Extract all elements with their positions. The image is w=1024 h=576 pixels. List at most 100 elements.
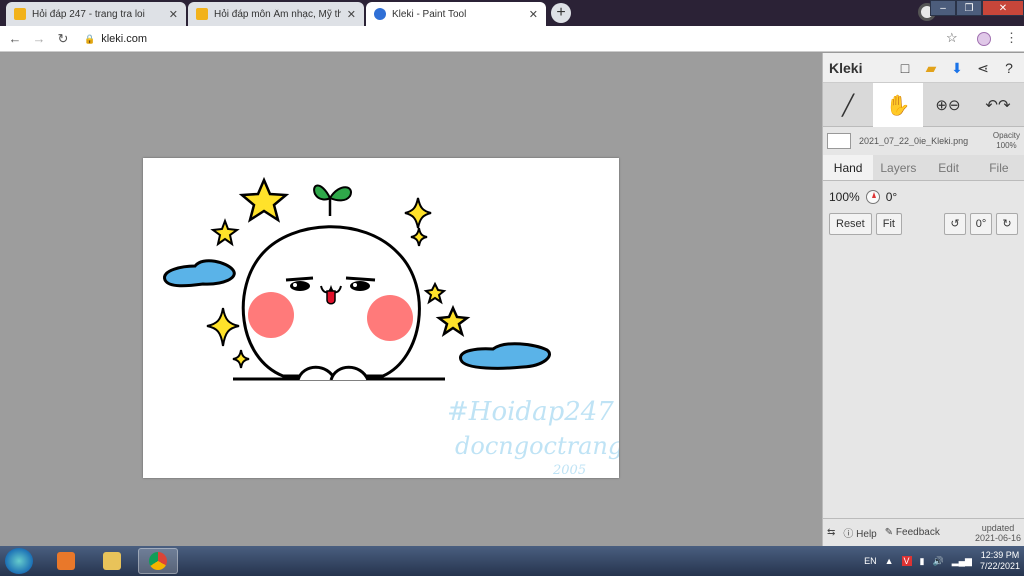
help-link[interactable]: ⓘ Help	[843, 525, 876, 540]
download-icon[interactable]: ⬇	[948, 59, 966, 77]
lock-icon: 🔒	[84, 34, 96, 44]
layer-preview-row: 2021_07_22_0ie_Kleki.png Opacity 100%	[823, 127, 1024, 155]
tool-row: ╱ ✋ ⊕⊖ ↶↷	[823, 83, 1024, 127]
new-image-icon[interactable]: □	[896, 59, 914, 77]
brush-tool-icon[interactable]: ╱	[823, 83, 873, 127]
tab-title: Kleki - Paint Tool	[392, 8, 467, 20]
eye-left-shine	[293, 283, 297, 287]
open-folder-icon[interactable]: ▰	[922, 59, 940, 77]
url-text: kleki.com	[101, 33, 148, 45]
reset-button[interactable]: Reset	[829, 213, 872, 235]
clock[interactable]: 12:39 PM 7/22/2021	[980, 550, 1020, 572]
zoom-level: 100%	[829, 190, 860, 204]
media-player-icon[interactable]	[46, 548, 86, 574]
watermark-line-1: #Hoidap247	[447, 397, 614, 427]
drawing-canvas[interactable]: #Hoidap247 docngoctrang 2005	[143, 158, 623, 478]
opacity-value: 100%	[996, 141, 1017, 150]
clock-time: 12:39 PM	[980, 550, 1020, 560]
file-explorer-icon[interactable]	[92, 548, 132, 574]
eye-left	[290, 281, 310, 291]
opacity-readout: Opacity 100%	[993, 131, 1020, 151]
tab-layers[interactable]: Layers	[873, 155, 923, 180]
browser-tab-2[interactable]: Hỏi đáp môn Âm nhạc, Mỹ thuật ✕	[188, 2, 364, 26]
updated-label: updated	[981, 522, 1015, 533]
kleki-logo[interactable]: Kleki	[829, 60, 862, 76]
browser-tab-1[interactable]: Hỏi đáp 247 - trang tra loi ✕	[6, 2, 186, 26]
kleki-header: Kleki □ ▰ ⬇ ⋖ ?	[823, 53, 1024, 83]
windows-taskbar: EN ▲ V ▮ 🔊 ▂▄▆ 12:39 PM 7/22/2021	[0, 546, 1024, 576]
opacity-label: Opacity	[992, 131, 1020, 140]
maximize-button[interactable]: ❐	[956, 0, 982, 16]
hand-tool-options: 100% 0° Reset Fit ↺ 0° ↻	[823, 181, 1024, 243]
close-tab-icon[interactable]: ✕	[347, 8, 356, 21]
tongue	[326, 290, 336, 305]
panel-footer: ⇆ ⓘ Help ✎ Feedback updated 2021-06-16	[823, 518, 1024, 546]
browser-tab-3[interactable]: Kleki - Paint Tool ✕	[366, 2, 546, 26]
extension-icon[interactable]	[977, 32, 991, 46]
file-name: 2021_07_22_0ie_Kleki.png	[859, 136, 969, 146]
clock-date: 7/22/2021	[979, 561, 1020, 571]
tab-title: Hỏi đáp môn Âm nhạc, Mỹ thuật	[214, 8, 341, 20]
zoom-in-out-icon[interactable]: ⊕⊖	[923, 83, 973, 127]
image-thumbnail[interactable]	[827, 133, 851, 149]
hoidap-favicon-icon	[14, 8, 26, 20]
volume-icon[interactable]: 🔊	[933, 556, 944, 567]
sparkle-top-right	[404, 197, 432, 229]
star-right	[435, 304, 471, 337]
reset-angle-button[interactable]: 0°	[970, 213, 992, 235]
kleki-side-panel: Kleki □ ▰ ⬇ ⋖ ? ╱ ✋ ⊕⊖ ↶↷ 2021_07_22_0ie…	[822, 53, 1024, 546]
close-window-button[interactable]: ✕	[982, 0, 1024, 16]
sparkle-small-left	[232, 349, 250, 369]
tab-strip: Hỏi đáp 247 - trang tra loi ✕ Hỏi đáp mô…	[0, 0, 1024, 26]
cheek-right	[367, 295, 413, 341]
share-icon[interactable]: ⋖	[974, 59, 992, 77]
sparkle-left	[206, 307, 240, 347]
bookmark-star-icon[interactable]: ☆	[946, 30, 958, 46]
tab-edit[interactable]: Edit	[924, 155, 974, 180]
reload-icon[interactable]: ↻	[54, 30, 72, 48]
kleki-favicon-icon	[374, 8, 386, 20]
close-tab-icon[interactable]: ✕	[169, 8, 178, 21]
tray-arrow-icon[interactable]: ▲	[885, 556, 894, 566]
eye-right	[350, 281, 370, 291]
antivirus-icon[interactable]: V	[901, 556, 912, 566]
tab-hand[interactable]: Hand	[823, 155, 874, 180]
help-icon[interactable]: ?	[1000, 59, 1018, 77]
new-tab-button[interactable]: +	[551, 3, 571, 23]
address-bar[interactable]: 🔒 kleki.com	[84, 29, 974, 49]
undo-redo-icon[interactable]: ↶↷	[973, 83, 1023, 127]
eyebrow-left	[285, 276, 314, 282]
network-icon[interactable]: ▂▄▆	[952, 556, 972, 567]
swap-side-icon[interactable]: ⇆	[827, 527, 835, 538]
sparkle-small-right	[410, 227, 428, 247]
battery-icon[interactable]: ▮	[920, 556, 925, 567]
back-arrow-icon[interactable]: ←	[6, 30, 24, 48]
close-tab-icon[interactable]: ✕	[529, 8, 538, 21]
canvas-workspace[interactable]: #Hoidap247 docngoctrang 2005	[0, 53, 822, 546]
cheek-left	[248, 292, 294, 338]
cloud-right	[459, 342, 551, 370]
sprout-leaf-left	[313, 184, 332, 201]
fit-button[interactable]: Fit	[875, 213, 902, 235]
panel-tabs: Hand Layers Edit File	[823, 155, 1024, 181]
start-button-icon[interactable]	[5, 548, 33, 574]
browser-menu-icon[interactable]: ⋮	[1005, 30, 1018, 46]
eye-right-shine	[353, 283, 357, 287]
language-indicator[interactable]: EN	[864, 556, 877, 566]
feedback-link[interactable]: ✎ Feedback	[885, 527, 940, 538]
tab-title: Hỏi đáp 247 - trang tra loi	[32, 8, 145, 20]
help-label: Help	[856, 529, 877, 540]
star-small-right	[423, 281, 447, 305]
updated-date: 2021-06-16	[974, 532, 1021, 543]
compass-icon	[865, 190, 880, 204]
rotate-left-icon[interactable]: ↺	[944, 213, 966, 235]
hand-tool-icon[interactable]: ✋	[873, 83, 923, 127]
chrome-taskbar-icon[interactable]	[138, 548, 178, 574]
star-large	[238, 176, 290, 223]
forward-arrow-icon[interactable]: →	[30, 30, 48, 48]
rotate-right-icon[interactable]: ↻	[996, 213, 1018, 235]
minimize-button[interactable]: –	[930, 0, 956, 16]
tab-file[interactable]: File	[974, 155, 1024, 180]
hoidap-favicon-icon	[196, 8, 208, 20]
updated-info: updated 2021-06-16	[975, 523, 1021, 543]
